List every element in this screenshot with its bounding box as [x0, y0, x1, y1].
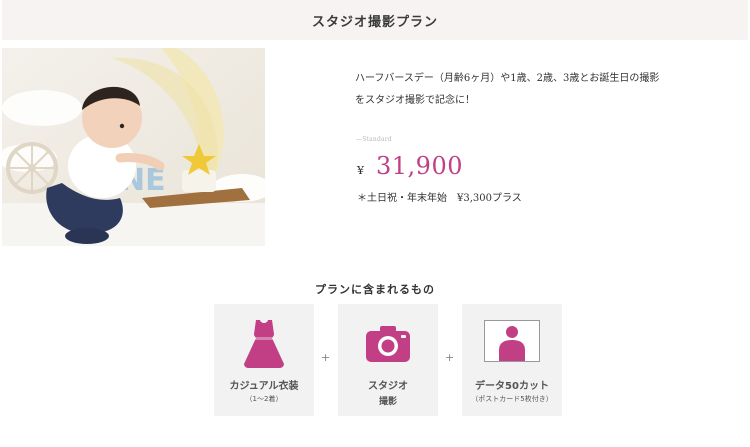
include-label: データ50カット: [475, 381, 549, 392]
portrait-icon: [484, 320, 540, 362]
price-note: ＊土日祝・年末年始 ¥3,300プラス: [357, 193, 522, 204]
description-line: をスタジオ撮影で記念に！: [355, 95, 475, 106]
standard-label: ―Standard: [356, 136, 392, 143]
include-label: スタジオ: [368, 381, 408, 392]
include-card-studio: スタジオ 撮影: [338, 304, 438, 416]
page-title: スタジオ撮影プラン: [311, 14, 438, 30]
dress-icon: [244, 320, 284, 368]
plus-sign: +: [321, 351, 331, 364]
includes-title: プランに含まれるもの: [315, 283, 435, 296]
description-line: ハーフバースデー（月齢6ヶ月）や1歳、2歳、3歳とお誕生日の撮影: [355, 73, 660, 84]
include-sub-label: （ポストカード5枚付き）: [471, 395, 553, 403]
price-row: ¥ 31,900: [357, 152, 463, 180]
include-label: カジュアル衣装: [229, 381, 299, 392]
plus-sign: +: [445, 351, 455, 364]
include-card-data: データ50カット （ポストカード5枚付き）: [462, 304, 562, 416]
include-sub-label: 撮影: [378, 397, 397, 407]
plan-description: ハーフバースデー（月齢6ヶ月）や1歳、2歳、3歳とお誕生日の撮影 をスタジオ撮影…: [355, 68, 715, 112]
price-value: 31,900: [376, 152, 463, 180]
page-header: スタジオ撮影プラン: [2, 0, 748, 40]
currency-symbol: ¥: [357, 164, 364, 177]
include-card-costume: カジュアル衣装 （1〜2着）: [214, 304, 314, 416]
baby-photo: NE: [2, 48, 265, 246]
camera-icon: [366, 326, 410, 362]
include-sub-label: （1〜2着）: [245, 395, 283, 403]
